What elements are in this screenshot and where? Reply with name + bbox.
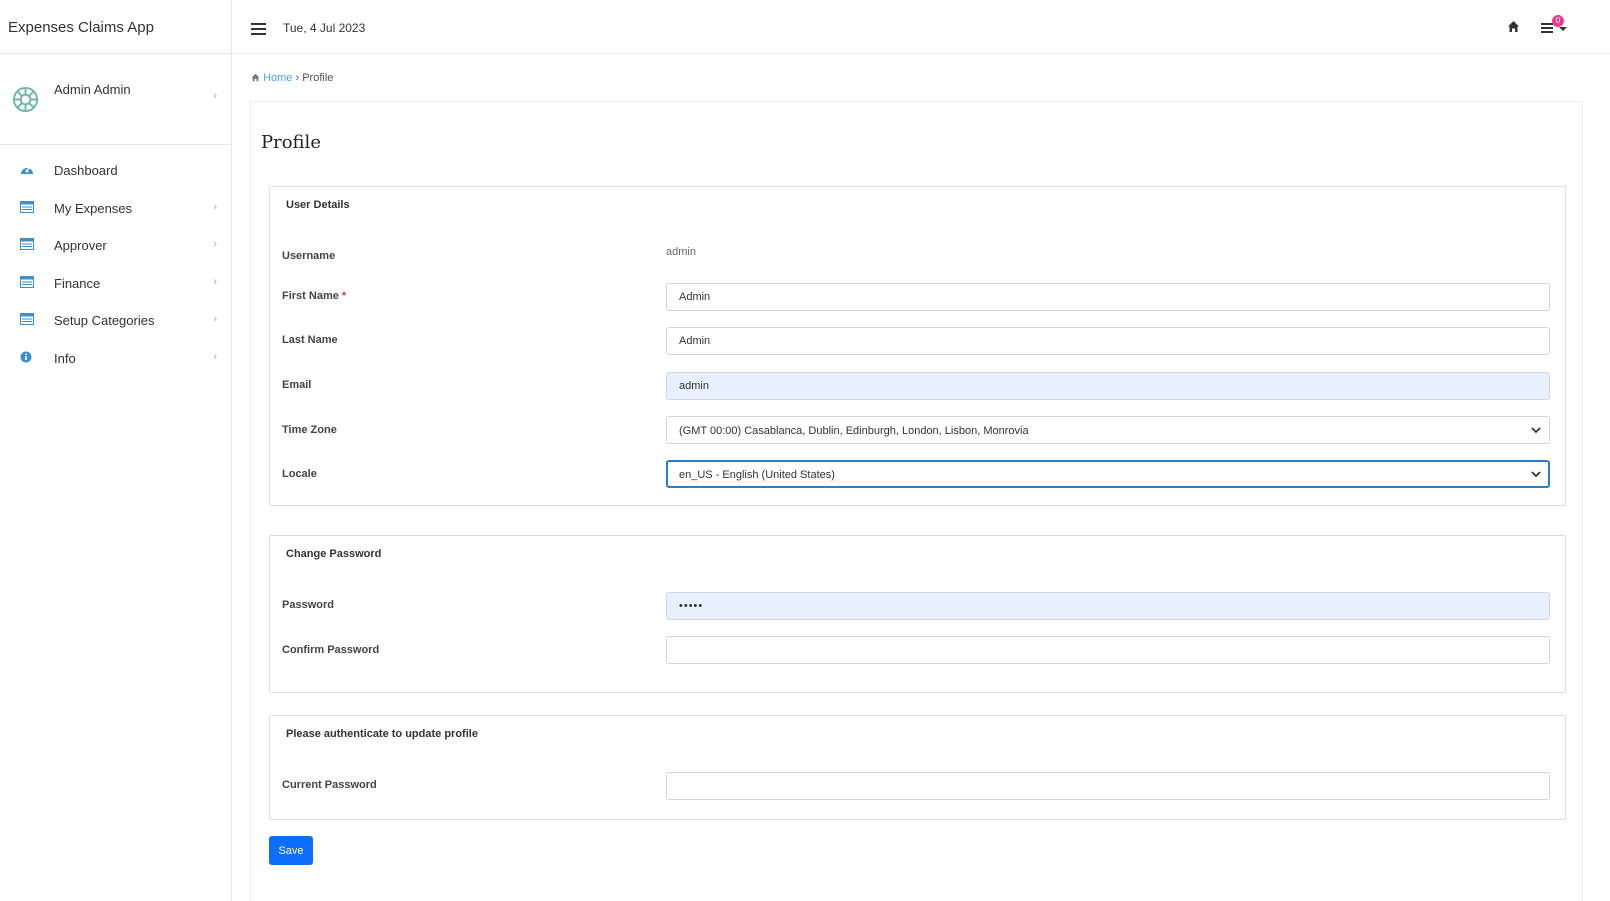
info-icon: [20, 351, 32, 362]
sidebar-nav: Dashboard My Expenses › Approver › Finan…: [0, 145, 231, 376]
sidebar-item-approver[interactable]: Approver ›: [0, 226, 231, 264]
chevron-down-icon: [1531, 471, 1541, 478]
first-name-input[interactable]: [666, 283, 1550, 311]
sidebar-item-label: Setup Categories: [54, 313, 155, 328]
current-password-input[interactable]: [666, 772, 1550, 800]
user-panel[interactable]: Admin Admin ›: [0, 54, 231, 145]
notification-badge: 0: [1552, 15, 1564, 27]
current-password-label: Current Password: [282, 779, 377, 791]
profile-card: Profile User Details Username admin Firs…: [250, 101, 1583, 901]
dashboard-icon: [21, 166, 33, 174]
sidebar-item-label: Finance: [54, 275, 101, 291]
authenticate-section: Please authenticate to update profile Cu…: [269, 715, 1566, 820]
table-icon: [20, 200, 34, 213]
section-title: Change Password: [286, 548, 382, 560]
locale-selected-value: en_US - English (United States): [679, 469, 835, 481]
sidebar-item-label: Dashboard: [54, 163, 118, 178]
breadcrumb: Home › Profile: [251, 72, 333, 84]
top-bar: Tue, 4 Jul 2023 0: [233, 0, 1610, 54]
sidebar-item-finance[interactable]: Finance ›: [0, 264, 231, 302]
chevron-right-icon: ›: [213, 313, 217, 325]
sidebar: Expenses Claims App Admin Admin › Dashbo…: [0, 0, 232, 901]
chevron-right-icon: ›: [213, 275, 217, 288]
table-icon: [20, 313, 34, 325]
username-value: admin: [666, 246, 696, 258]
breadcrumb-current: Profile: [302, 72, 334, 84]
password-input[interactable]: [666, 592, 1550, 620]
table-icon: [20, 275, 34, 288]
first-name-label-text: First Name: [282, 290, 339, 302]
user-details-section: User Details Username admin First Name *…: [269, 186, 1566, 506]
locale-select[interactable]: en_US - English (United States): [666, 460, 1550, 488]
sidebar-item-label: Info: [54, 350, 76, 366]
chevron-right-icon: ›: [213, 90, 217, 102]
last-name-label: Last Name: [282, 334, 338, 346]
last-name-input[interactable]: [666, 327, 1550, 355]
page-title: Profile: [261, 132, 321, 153]
timezone-selected-value: (GMT 00:00) Casablanca, Dublin, Edinburg…: [679, 425, 1029, 437]
chevron-right-icon: ›: [213, 238, 217, 250]
breadcrumb-home-link[interactable]: Home: [263, 72, 292, 84]
current-date: Tue, 4 Jul 2023: [283, 21, 366, 35]
sidebar-item-setup-categories[interactable]: Setup Categories ›: [0, 301, 231, 339]
menu-toggle-icon[interactable]: [251, 23, 266, 35]
user-avatar-icon: [12, 86, 39, 113]
chevron-down-icon: [1531, 427, 1541, 434]
breadcrumb-separator: ›: [295, 72, 300, 84]
confirm-password-label: Confirm Password: [282, 644, 380, 656]
email-label: Email: [282, 379, 312, 391]
timezone-select[interactable]: (GMT 00:00) Casablanca, Dublin, Edinburg…: [666, 416, 1550, 444]
save-button[interactable]: Save: [269, 836, 313, 865]
home-icon: [251, 73, 260, 82]
table-icon: [20, 238, 34, 250]
chevron-right-icon: ›: [213, 200, 217, 213]
password-label: Password: [282, 599, 334, 611]
sidebar-item-my-expenses[interactable]: My Expenses ›: [0, 189, 231, 227]
sidebar-item-label: Approver: [54, 238, 107, 253]
user-name: Admin Admin: [54, 82, 131, 97]
chevron-right-icon: ›: [213, 350, 217, 363]
change-password-section: Change Password Password Confirm Passwor…: [269, 535, 1566, 693]
timezone-label: Time Zone: [282, 424, 337, 436]
sidebar-item-info[interactable]: Info ›: [0, 339, 231, 377]
username-label: Username: [282, 250, 336, 262]
locale-label: Locale: [282, 468, 317, 480]
required-mark: *: [341, 290, 347, 302]
section-title: User Details: [286, 199, 350, 211]
section-title: Please authenticate to update profile: [286, 728, 478, 740]
first-name-label: First Name *: [282, 290, 346, 302]
sidebar-item-dashboard[interactable]: Dashboard: [0, 151, 231, 189]
email-input[interactable]: [666, 372, 1550, 400]
sidebar-item-label: My Expenses: [54, 200, 133, 216]
confirm-password-input[interactable]: [666, 636, 1550, 664]
app-title[interactable]: Expenses Claims App: [0, 0, 231, 54]
home-icon[interactable]: [1507, 20, 1520, 33]
